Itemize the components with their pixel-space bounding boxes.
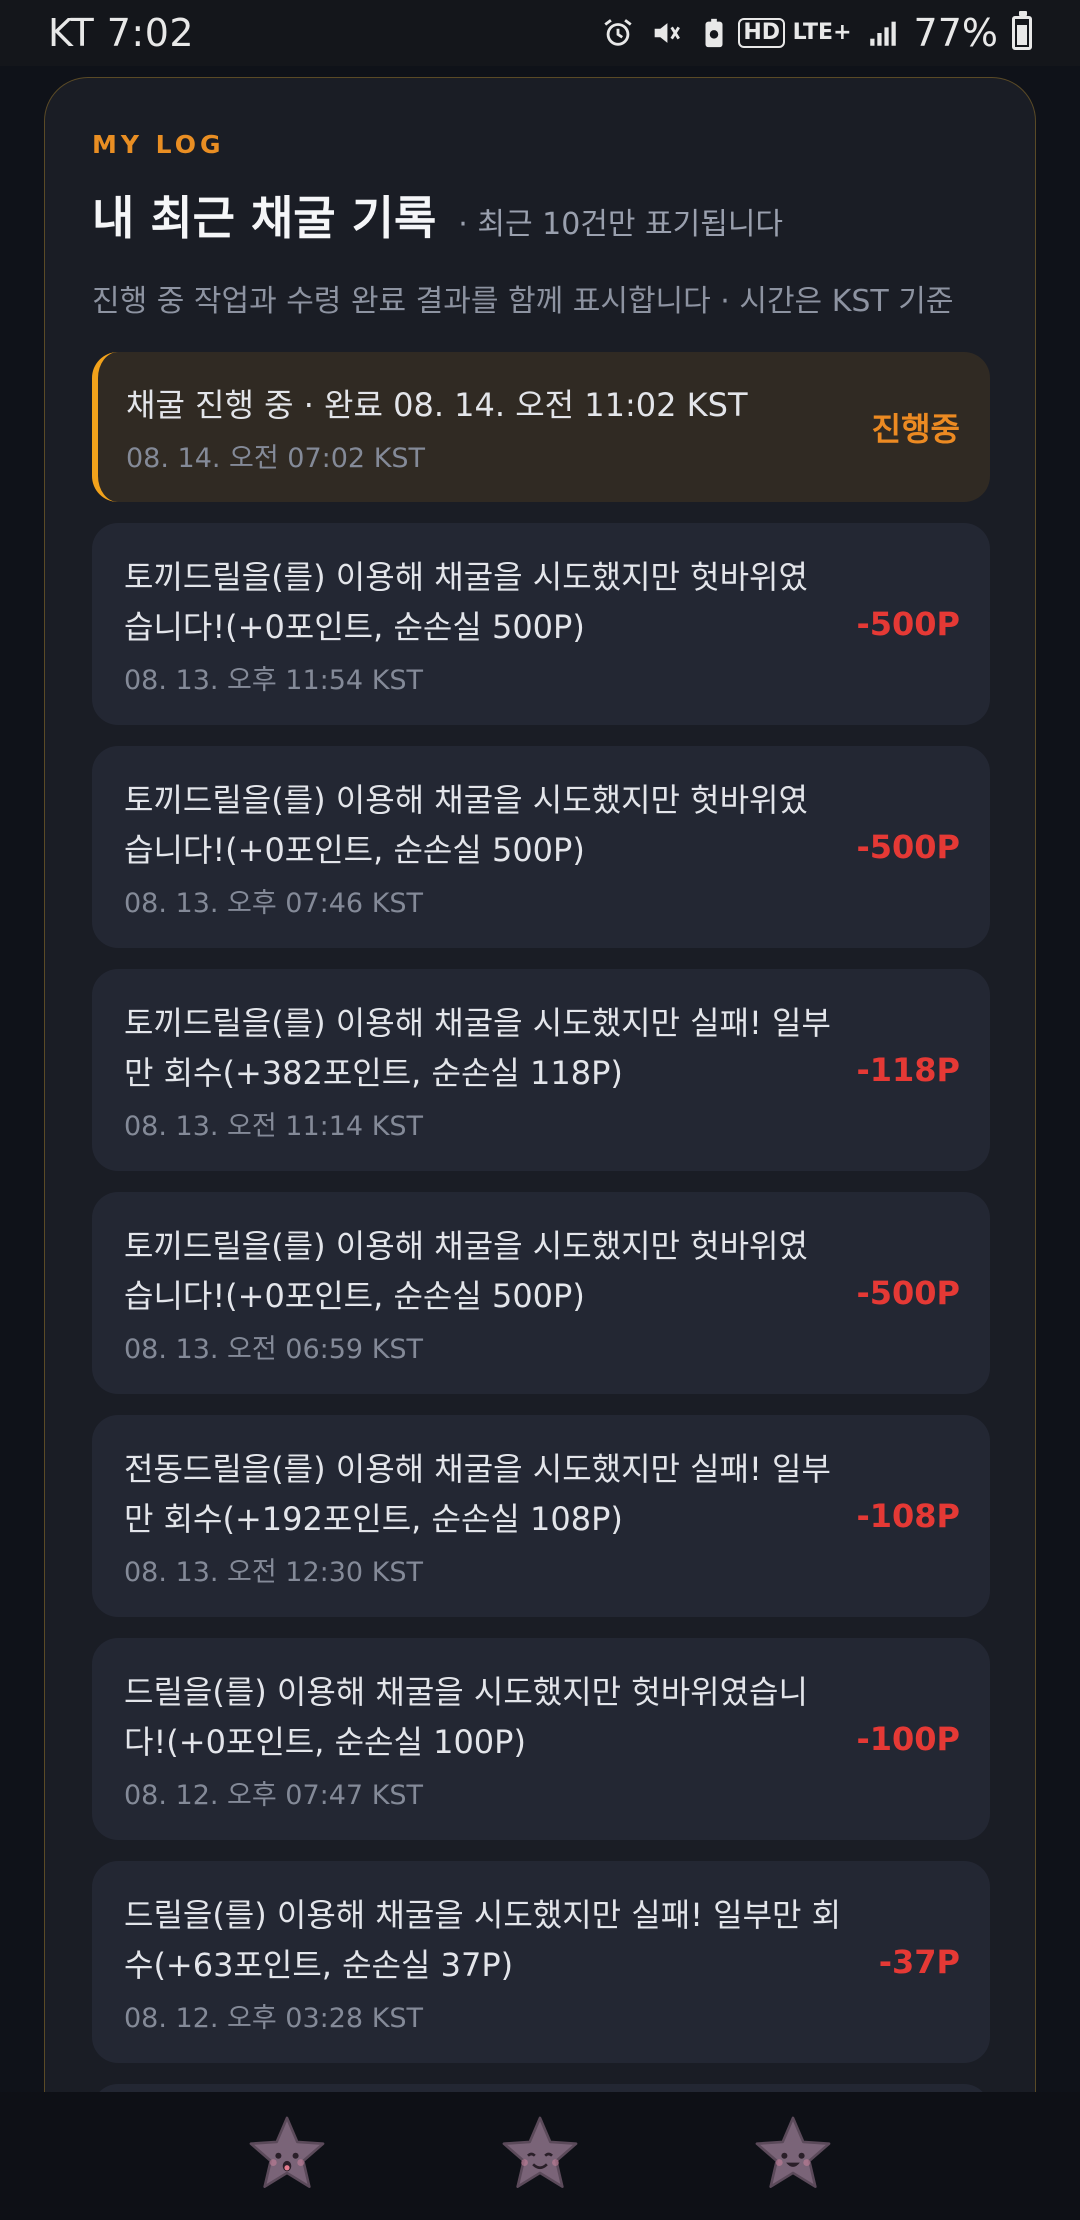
record-time: 08. 14. 오전 07:02 KST — [126, 442, 426, 474]
record-message: 전동드릴을(를) 이용해 채굴을 시도했지만 실패! 일부만 회수(+192포인… — [124, 1449, 831, 1538]
status-icons: HD LTE+ 77% — [601, 11, 1032, 55]
alarm-icon — [601, 16, 635, 50]
record-body: 드릴을(를) 이용해 채굴을 시도했지만 실패! 일부만 회수(+63포인트, … — [124, 1890, 879, 2035]
record-body: 토끼드릴을(를) 이용해 채굴을 시도했지만 헛바위였습니다!(+0포인트, 순… — [124, 775, 856, 920]
record-list: 채굴 진행 중 · 완료 08. 14. 오전 11:02 KST 08. 14… — [92, 352, 990, 2137]
mute-icon — [649, 16, 683, 50]
record-body: 드릴을(를) 이용해 채굴을 시도했지만 헛바위였습니다!(+0포인트, 순손실… — [124, 1667, 856, 1812]
hd-label: HD — [738, 18, 786, 48]
record-card[interactable]: 토끼드릴을(를) 이용해 채굴을 시도했지만 헛바위였습니다!(+0포인트, 순… — [92, 523, 990, 725]
record-amount: -108P — [856, 1497, 960, 1535]
record-card-in-progress[interactable]: 채굴 진행 중 · 완료 08. 14. 오전 11:02 KST 08. 14… — [92, 352, 990, 502]
lte-icon: LTE+ — [793, 16, 852, 50]
status-bar: KT 7:02 HD LTE+ 77% — [0, 0, 1080, 66]
record-body: 전동드릴을(를) 이용해 채굴을 시도했지만 실패! 일부만 회수(+192포인… — [124, 1444, 856, 1589]
record-body: 토끼드릴을(를) 이용해 채굴을 시도했지만 헛바위였습니다!(+0포인트, 순… — [124, 552, 856, 697]
record-amount: -100P — [856, 1720, 960, 1758]
record-message: 토끼드릴을(를) 이용해 채굴을 시도했지만 헛바위였습니다!(+0포인트, 순… — [124, 557, 808, 646]
record-message: 토끼드릴을(를) 이용해 채굴을 시도했지만 실패! 일부만 회수(+382포인… — [124, 1003, 831, 1092]
record-card[interactable]: 전동드릴을(를) 이용해 채굴을 시도했지만 실패! 일부만 회수(+192포인… — [92, 1415, 990, 1617]
star-smile-icon — [497, 2111, 583, 2201]
record-time: 08. 13. 오후 11:54 KST — [124, 664, 424, 696]
panel-description: 진행 중 작업과 수령 완료 결과를 함께 표시합니다 · 시간은 KST 기준 — [92, 284, 954, 319]
signal-icon — [866, 16, 900, 50]
record-message: 토끼드릴을(를) 이용해 채굴을 시도했지만 헛바위였습니다!(+0포인트, 순… — [124, 1226, 808, 1315]
record-amount: -500P — [856, 828, 960, 866]
record-card[interactable]: 드릴을(를) 이용해 채굴을 시도했지만 헛바위였습니다!(+0포인트, 순손실… — [92, 1638, 990, 1840]
record-message: 토끼드릴을(를) 이용해 채굴을 시도했지만 헛바위였습니다!(+0포인트, 순… — [124, 780, 808, 869]
record-time: 08. 13. 오전 11:14 KST — [124, 1110, 424, 1142]
battery-saver-icon — [697, 16, 731, 50]
nav-item-star-surprised[interactable] — [244, 2113, 330, 2199]
page-subtitle: · 최근 10건만 표기됩니다 — [458, 207, 784, 242]
page-title: 내 최근 채굴 기록 — [92, 191, 437, 245]
bottom-nav — [0, 2092, 1080, 2220]
record-time: 08. 13. 오후 07:46 KST — [124, 887, 424, 919]
nav-item-star-happy[interactable] — [750, 2113, 836, 2199]
record-body: 채굴 진행 중 · 완료 08. 14. 오전 11:02 KST 08. 14… — [126, 380, 872, 475]
record-amount: -500P — [856, 1274, 960, 1312]
record-time: 08. 13. 오전 06:59 KST — [124, 1333, 424, 1365]
record-card[interactable]: 토끼드릴을(를) 이용해 채굴을 시도했지만 헛바위였습니다!(+0포인트, 순… — [92, 746, 990, 948]
hd-voice-icon: HD — [738, 16, 786, 50]
my-log-panel: MY LOG 내 최근 채굴 기록 · 최근 10건만 표기됩니다 진행 중 작… — [44, 77, 1036, 2137]
record-message: 드릴을(를) 이용해 채굴을 시도했지만 실패! 일부만 회수(+63포인트, … — [124, 1895, 842, 1984]
title-row: 내 최근 채굴 기록 · 최근 10건만 표기됩니다 — [92, 182, 783, 248]
nav-item-star-smile[interactable] — [497, 2113, 583, 2199]
record-message: 드릴을(를) 이용해 채굴을 시도했지만 헛바위였습니다!(+0포인트, 순손실… — [124, 1672, 808, 1761]
record-time: 08. 12. 오후 03:28 KST — [124, 2002, 424, 2034]
network-label: LTE+ — [792, 20, 852, 45]
battery-percent: 77% — [913, 11, 998, 55]
star-happy-icon — [750, 2111, 836, 2201]
record-status: 진행중 — [871, 410, 960, 448]
record-card[interactable]: 토끼드릴을(를) 이용해 채굴을 시도했지만 헛바위였습니다!(+0포인트, 순… — [92, 1192, 990, 1394]
carrier-time: KT 7:02 — [48, 11, 195, 55]
battery-icon — [1012, 11, 1032, 50]
section-eyebrow: MY LOG — [92, 130, 225, 159]
record-amount: -118P — [856, 1051, 960, 1089]
record-time: 08. 13. 오전 12:30 KST — [124, 1556, 424, 1588]
record-message: 채굴 진행 중 · 완료 08. 14. 오전 11:02 KST — [126, 385, 748, 424]
record-amount: -37P — [878, 1943, 960, 1981]
record-body: 토끼드릴을(를) 이용해 채굴을 시도했지만 헛바위였습니다!(+0포인트, 순… — [124, 1221, 856, 1366]
record-card[interactable]: 드릴을(를) 이용해 채굴을 시도했지만 실패! 일부만 회수(+63포인트, … — [92, 1861, 990, 2063]
record-card[interactable]: 토끼드릴을(를) 이용해 채굴을 시도했지만 실패! 일부만 회수(+382포인… — [92, 969, 990, 1171]
record-time: 08. 12. 오후 07:47 KST — [124, 1779, 424, 1811]
star-surprised-icon — [244, 2111, 330, 2201]
record-amount: -500P — [856, 605, 960, 643]
record-body: 토끼드릴을(를) 이용해 채굴을 시도했지만 실패! 일부만 회수(+382포인… — [124, 998, 856, 1143]
